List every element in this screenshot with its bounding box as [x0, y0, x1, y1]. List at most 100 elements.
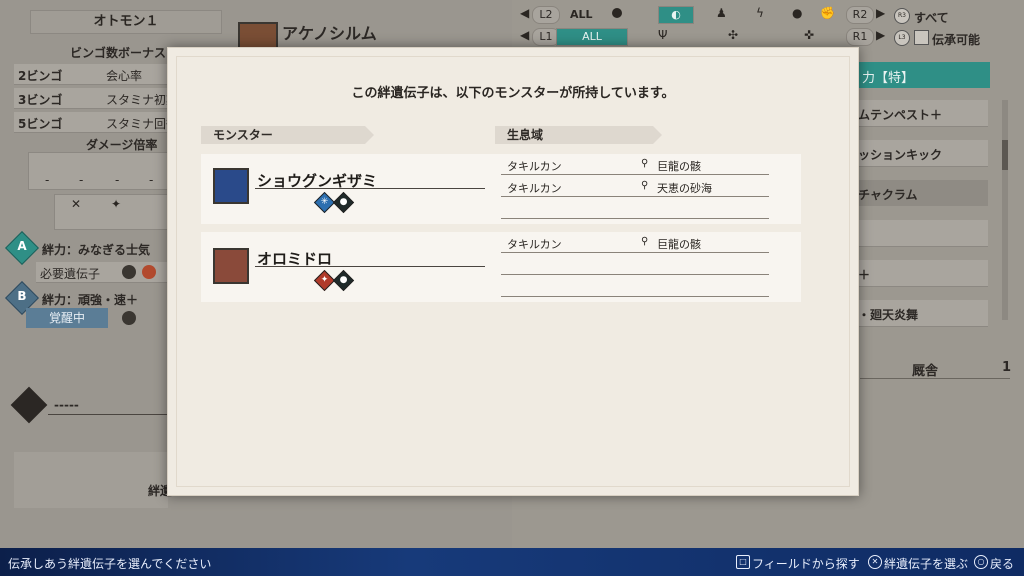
habitat-place: 天恵の砂海: [657, 182, 712, 195]
filter-all-label[interactable]: すべて: [914, 9, 949, 26]
monster-name-underline: [255, 188, 485, 189]
r3-label: R3: [898, 12, 906, 19]
lagombi-icon: [213, 248, 249, 284]
slash-icon: ✕: [71, 197, 82, 211]
right-skill-row[interactable]: ムテンペスト＋: [856, 100, 988, 127]
awakened-badge: 覚醒中: [26, 308, 108, 328]
skill-badge-b-label: B: [17, 289, 27, 303]
monster-column-label: モンスター: [213, 128, 273, 142]
water-element-icon: ●: [332, 269, 355, 292]
chevron-left-icon[interactable]: ◀: [520, 6, 529, 20]
right-skill-row-label: ＋: [858, 268, 871, 282]
filter-all-bottom[interactable]: ALL: [556, 28, 628, 46]
r3-button-icon[interactable]: R3: [894, 8, 910, 24]
select-gene-action[interactable]: 絆遺伝子を選ぶ: [884, 555, 968, 572]
right-skill-row-label: ッションキック: [858, 148, 943, 162]
habitat-divider: [501, 252, 769, 253]
monster-name-underline: [255, 266, 485, 267]
right-skill-row[interactable]: ・廻天炎舞: [856, 300, 988, 327]
stable-count: 1: [1002, 360, 1012, 375]
habitat-divider: [501, 196, 769, 197]
habitat-divider: [501, 274, 769, 275]
stable-label: 厩舎: [912, 364, 939, 379]
companion-tab-label: オトモン１: [93, 14, 159, 29]
habitat-divider: [501, 296, 769, 297]
drop-icon[interactable]: ●: [792, 6, 802, 20]
bingo-row: 5ビンゴ スタミナ回復: [14, 112, 178, 133]
chevron-right-icon[interactable]: ▶: [876, 6, 885, 20]
inheritable-checkbox[interactable]: [914, 30, 929, 45]
square-button-icon: □: [736, 555, 750, 569]
empty-slot-label: -----: [54, 398, 79, 412]
stable-underline: [860, 378, 1010, 379]
egg-icon[interactable]: [612, 8, 622, 18]
shogun-ceanataur-icon: [213, 168, 249, 204]
technical-type-icon[interactable]: ✣: [728, 28, 738, 42]
bottom-help-bar: 伝承しあう絆遺伝子を選んでください □ フィールドから探す ✕ 絆遺伝子を選ぶ …: [0, 548, 1024, 576]
l3-button-icon[interactable]: L3: [894, 30, 910, 46]
habitat-divider: [501, 174, 769, 175]
damage-cell: -: [149, 173, 154, 187]
monster-name: アケノシルム: [282, 24, 377, 43]
required-gene-row: 必要遺伝子: [36, 262, 168, 283]
gene-fire-icon: [142, 265, 156, 279]
monster-list-dialog: この絆遺伝子は、以下のモンスターが所持しています。 モンスター 生息域 ショウグ…: [167, 47, 859, 496]
monster-row[interactable]: ショウグンギザミ ✳ ● タキルカン ⚲ 巨龍の骸 タキルカン ⚲ 天恵の砂海: [201, 154, 801, 224]
companion-tab[interactable]: オトモン１: [30, 10, 222, 34]
right-skill-row-selected[interactable]: 力【特】: [856, 62, 990, 88]
attack-type-table: ✕ ✦: [54, 194, 170, 230]
bingo-row-label: 3ビンゴ: [18, 93, 63, 107]
power-type-icon[interactable]: Ψ: [658, 28, 667, 42]
instruction-text: 伝承しあう絆遺伝子を選んでください: [8, 557, 212, 571]
water-element-icon: ●: [332, 191, 355, 214]
filter-bar-bottom: ◀ L1 ALL Ψ ✣ ✜ R1 ▶: [520, 28, 892, 46]
back-action[interactable]: 戻る: [990, 555, 1014, 572]
filter-bar-top: ◀ L2 ALL ◐ ♟ ϟ ● ✊ R2 ▶: [520, 6, 892, 24]
bingo-row-label: 5ビンゴ: [18, 117, 63, 131]
chevron-right-icon[interactable]: ▶: [876, 28, 885, 42]
required-gene-label: 必要遺伝子: [40, 267, 101, 281]
skill-name: 絆力：みなぎる士気: [42, 243, 151, 257]
impact-icon: ✦: [111, 197, 122, 211]
speed-type-icon[interactable]: ✜: [804, 28, 814, 42]
r1-button[interactable]: R1: [846, 28, 874, 46]
right-skill-row-label: 力【特】: [862, 71, 915, 86]
right-skill-row[interactable]: ＋: [856, 260, 988, 287]
damage-table: - - - -: [28, 152, 170, 190]
scrollbar-track[interactable]: [1002, 100, 1008, 320]
cross-button-icon: ✕: [868, 555, 882, 569]
potion-icon[interactable]: ♟: [716, 6, 727, 20]
gene-element-icon: [122, 265, 136, 279]
swirl-icon[interactable]: ◐: [658, 6, 694, 24]
right-skill-row[interactable]: ッションキック: [856, 140, 988, 167]
search-field-action[interactable]: フィールドから探す: [752, 555, 860, 572]
empty-slot-underline: [48, 414, 168, 415]
monster-column-header: モンスター: [201, 126, 374, 144]
bingo-bonus-title: ビンゴ数ボーナス: [70, 46, 167, 60]
bingo-row-label: 2ビンゴ: [18, 69, 63, 83]
right-skill-row[interactable]: [856, 220, 988, 247]
damage-cell: -: [115, 173, 120, 187]
location-pin-icon: ⚲: [641, 180, 649, 191]
right-skill-row[interactable]: チャクラム: [856, 180, 988, 206]
bingo-row: 3ビンゴ スタミナ初期: [14, 88, 178, 109]
filter-all-top[interactable]: ALL: [570, 8, 593, 21]
left-footer-box: [14, 452, 168, 508]
r2-button[interactable]: R2: [846, 6, 874, 24]
habitat-place: 巨龍の骸: [657, 238, 701, 251]
habitat-region: タキルカン: [507, 238, 562, 251]
l3-label: L3: [898, 34, 906, 41]
inheritable-label: 伝承可能: [932, 33, 981, 47]
location-pin-icon: ⚲: [641, 158, 649, 169]
fist-icon[interactable]: ✊: [820, 6, 835, 20]
damage-multiplier-title: ダメージ倍率: [86, 138, 158, 152]
damage-cell: -: [79, 173, 84, 187]
chevron-left-icon[interactable]: ◀: [520, 28, 529, 42]
l2-button[interactable]: L2: [532, 6, 560, 24]
habitat-region: タキルカン: [507, 182, 562, 195]
right-skill-row-label: ムテンペスト＋: [858, 108, 943, 122]
lightning-icon[interactable]: ϟ: [756, 6, 764, 20]
monster-row[interactable]: オロミドロ ✦ ● タキルカン ⚲ 巨龍の骸: [201, 232, 801, 302]
scrollbar-thumb[interactable]: [1002, 140, 1008, 170]
location-pin-icon: ⚲: [641, 236, 649, 247]
